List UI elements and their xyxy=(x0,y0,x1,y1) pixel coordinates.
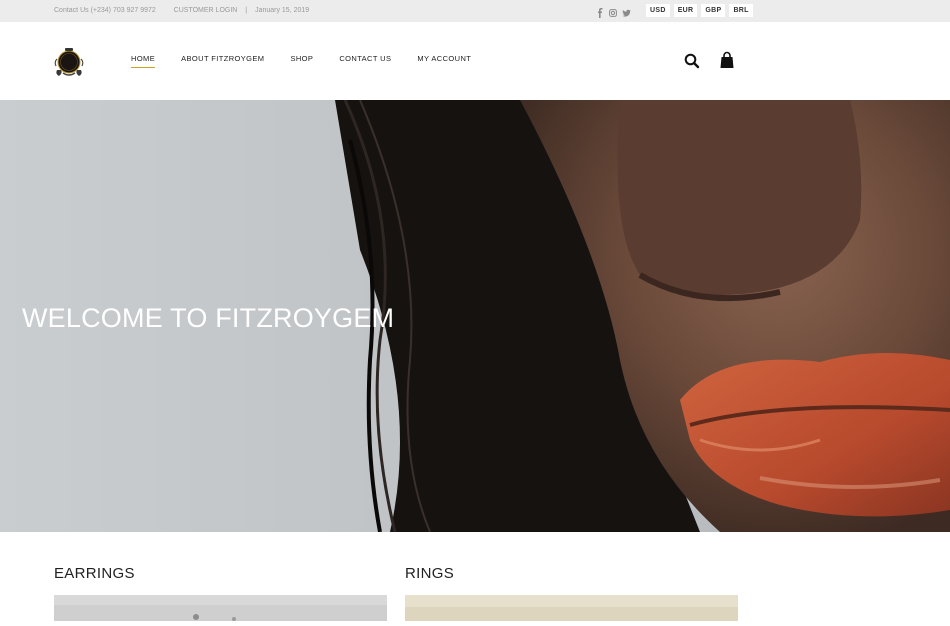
currency-gbp[interactable]: GBP xyxy=(701,4,726,17)
shopping-bag-icon[interactable] xyxy=(719,51,735,69)
social-links xyxy=(596,5,631,18)
category-image-earrings[interactable] xyxy=(54,595,387,621)
site-header: HOME ABOUT FITZROYGEM SHOP CONTACT US MY… xyxy=(0,22,950,100)
top-bar: Contact Us (+234) 703 927 9972 CUSTOMER … xyxy=(0,0,950,22)
currency-usd[interactable]: USD xyxy=(646,4,670,17)
date-label: January 15, 2019 xyxy=(255,7,310,14)
search-icon[interactable] xyxy=(684,53,700,69)
main-nav: HOME ABOUT FITZROYGEM SHOP CONTACT US MY… xyxy=(131,54,497,68)
twitter-icon[interactable] xyxy=(622,5,631,17)
contact-link[interactable]: Contact Us (+234) 703 927 9972 xyxy=(54,0,156,22)
hero-title: WELCOME TO FITZROYGEM xyxy=(22,303,395,333)
category-image-rings[interactable] xyxy=(405,595,738,621)
nav-my-account[interactable]: MY ACCOUNT xyxy=(417,54,471,68)
nav-about[interactable]: ABOUT FITZROYGEM xyxy=(181,54,264,68)
facebook-icon[interactable] xyxy=(596,5,604,18)
currency-eur[interactable]: EUR xyxy=(673,4,698,17)
category-title-earrings[interactable]: EARRINGS xyxy=(54,565,135,582)
customer-login-link[interactable]: CUSTOMER LOGIN xyxy=(174,0,238,22)
hero-banner: WELCOME TO FITZROYGEM xyxy=(0,100,950,532)
separator: | xyxy=(245,7,248,14)
currency-switcher: USD EUR GBP BRL xyxy=(646,4,753,17)
currency-brl[interactable]: BRL xyxy=(729,4,753,17)
nav-home[interactable]: HOME xyxy=(131,54,156,68)
top-info: Contact Us (+234) 703 927 9972 CUSTOMER … xyxy=(54,0,309,22)
nav-shop[interactable]: SHOP xyxy=(290,54,313,68)
site-logo[interactable] xyxy=(53,46,85,78)
instagram-icon[interactable] xyxy=(609,5,617,17)
category-title-rings[interactable]: RINGS xyxy=(405,565,454,582)
nav-contact[interactable]: CONTACT US xyxy=(339,54,391,68)
